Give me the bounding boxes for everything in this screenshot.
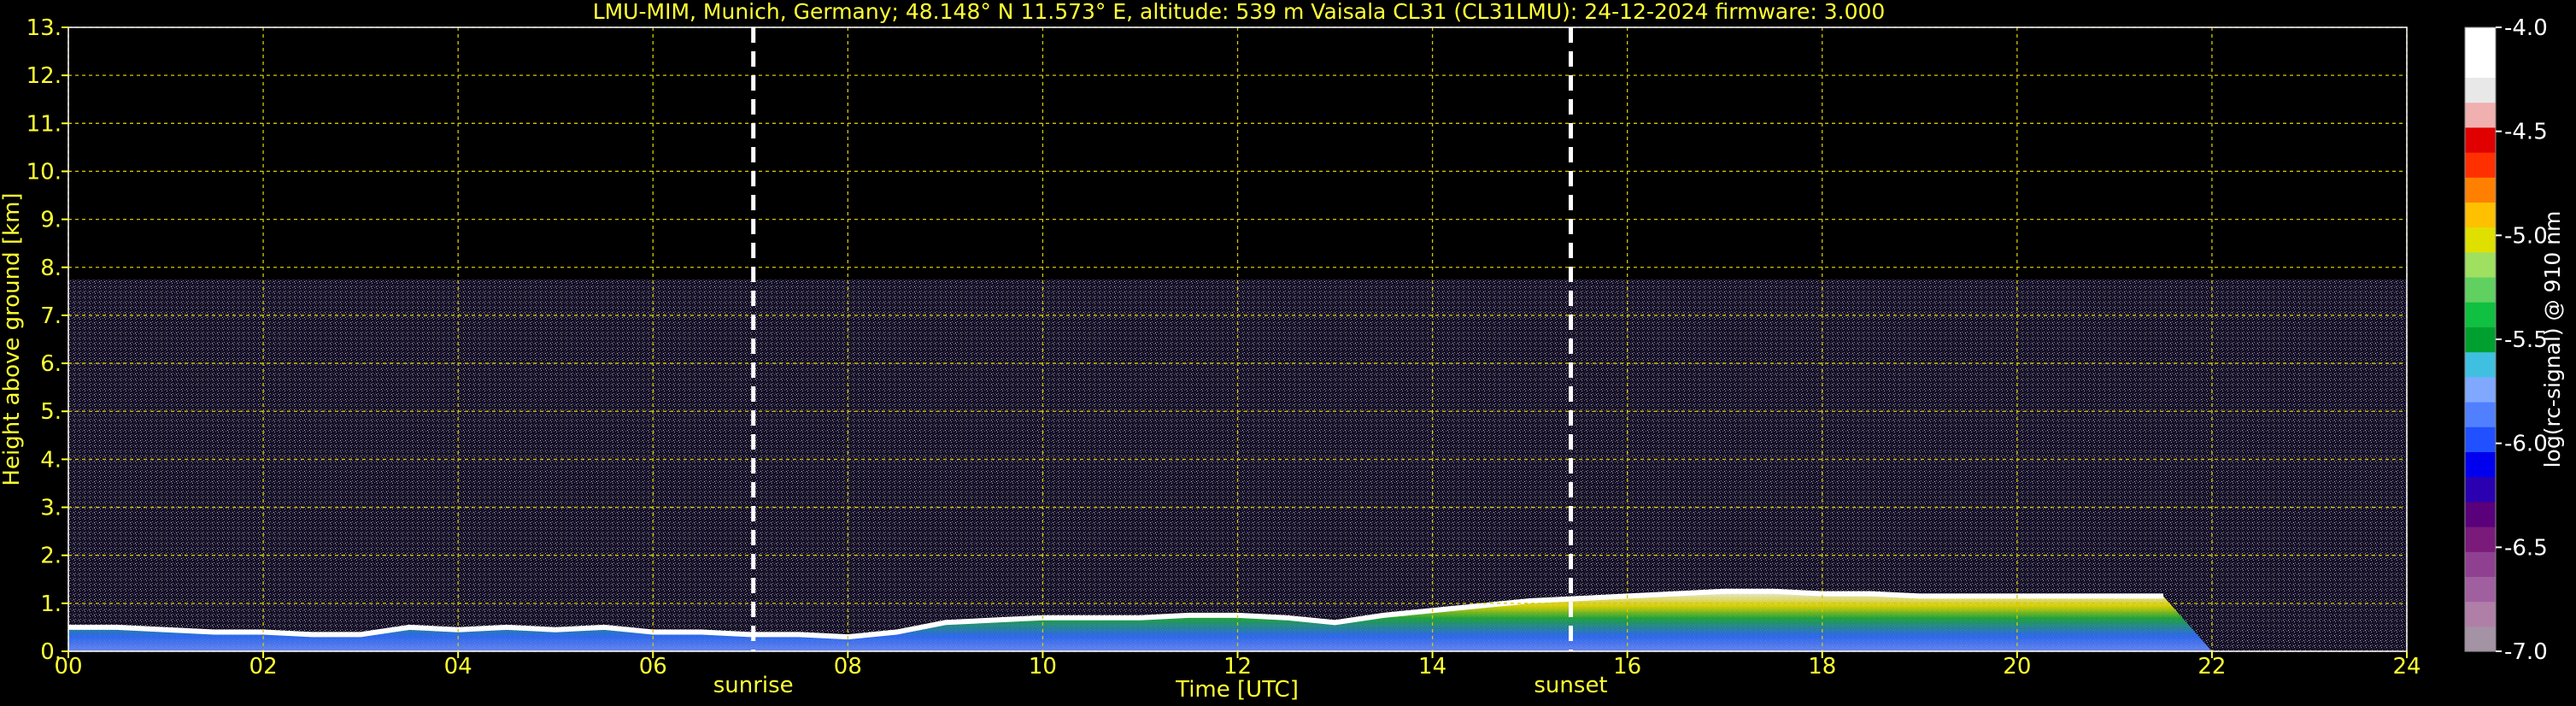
colorbar-segment bbox=[2465, 402, 2496, 427]
y-tick-label: 0. bbox=[40, 639, 62, 665]
colorbar-segment bbox=[2465, 527, 2496, 552]
colorbar-segment bbox=[2465, 302, 2496, 327]
y-tick-label: 4. bbox=[40, 447, 62, 473]
x-tick-label: 24 bbox=[2392, 654, 2421, 680]
y-tick-label: 1. bbox=[40, 591, 62, 617]
colorbar-segment bbox=[2465, 227, 2496, 253]
x-axis-label: Time [UTC] bbox=[1175, 677, 1299, 703]
y-tick-label: 13. bbox=[26, 15, 62, 41]
y-tick-label: 6. bbox=[40, 351, 62, 377]
x-tick-label: 18 bbox=[1808, 654, 1836, 680]
marker-sunrise-label: sunrise bbox=[713, 673, 794, 698]
colorbar-segment bbox=[2465, 376, 2496, 403]
colorbar-segment bbox=[2465, 501, 2496, 527]
colorbar-segment bbox=[2465, 327, 2496, 353]
colorbar-tick-label: -7.0 bbox=[2504, 639, 2548, 665]
y-tick-label: 10. bbox=[26, 159, 62, 185]
colorbar-tick-label: -4.5 bbox=[2504, 120, 2548, 145]
y-tick-label: 2. bbox=[40, 544, 62, 569]
y-tick-label: 5. bbox=[40, 399, 62, 425]
colorbar-segment bbox=[2465, 351, 2496, 378]
colorbar: -4.0-4.5-5.0-5.5-6.0-6.5-7.0 bbox=[2464, 15, 2548, 665]
x-tick-label: 12 bbox=[1223, 654, 1252, 680]
x-tick-label: 10 bbox=[1029, 654, 1057, 680]
x-tick-label: 04 bbox=[444, 654, 472, 680]
y-tick-label: 12. bbox=[26, 63, 62, 89]
x-tick-label: 16 bbox=[1613, 654, 1641, 680]
x-tick-label: 20 bbox=[2003, 654, 2031, 680]
x-tick-label: 14 bbox=[1418, 654, 1446, 680]
colorbar-segment bbox=[2465, 152, 2496, 178]
colorbar-segment bbox=[2465, 52, 2496, 78]
colorbar-segment bbox=[2465, 102, 2496, 128]
y-tick-label: 7. bbox=[40, 303, 62, 329]
colorbar-segment bbox=[2465, 177, 2496, 203]
colorbar-segment bbox=[2465, 277, 2496, 303]
colorbar-label: log(rc-signal) @ 910 nm bbox=[2540, 211, 2565, 468]
y-tick-label: 11. bbox=[26, 111, 62, 137]
y-axis-ticks: 0. 1. 2. 3. 4. 5. 6. 7. 8. 9. 10. 11. 12. 13. bbox=[26, 15, 68, 665]
x-tick-label: 08 bbox=[834, 654, 862, 680]
y-tick-label: 8. bbox=[40, 256, 62, 281]
x-tick-label: 06 bbox=[639, 654, 667, 680]
x-axis-ticks: 00 02 04 06 08 10 12 14 16 18 20 22 24 bbox=[54, 651, 2421, 680]
colorbar-segment bbox=[2465, 576, 2496, 603]
colorbar-segment bbox=[2465, 27, 2496, 53]
x-tick-label: 02 bbox=[249, 654, 278, 680]
colorbar-segment bbox=[2465, 601, 2496, 627]
colorbar-segment bbox=[2465, 251, 2496, 278]
colorbar-segment bbox=[2465, 476, 2496, 503]
colorbar-segment bbox=[2465, 427, 2496, 452]
colorbar-segment bbox=[2465, 77, 2496, 103]
colorbar-segment bbox=[2465, 551, 2496, 577]
ceilometer-chart: LMU-MIM, Munich, Germany; 48.148° N 11.5… bbox=[0, 0, 2565, 703]
y-tick-label: 3. bbox=[40, 496, 62, 521]
colorbar-segment bbox=[2465, 626, 2496, 652]
x-tick-label: 22 bbox=[2198, 654, 2226, 680]
marker-sunset-label: sunset bbox=[1534, 673, 1607, 698]
y-axis-label: Height above ground [km] bbox=[0, 192, 25, 485]
colorbar-tick-label: -6.5 bbox=[2504, 535, 2548, 561]
colorbar-tick-label: -4.0 bbox=[2504, 15, 2548, 41]
colorbar-segment bbox=[2465, 202, 2496, 228]
colorbar-segment bbox=[2465, 126, 2496, 153]
colorbar-segment bbox=[2465, 451, 2496, 478]
chart-title: LMU-MIM, Munich, Germany; 48.148° N 11.5… bbox=[593, 0, 1886, 24]
y-tick-label: 9. bbox=[40, 208, 62, 233]
